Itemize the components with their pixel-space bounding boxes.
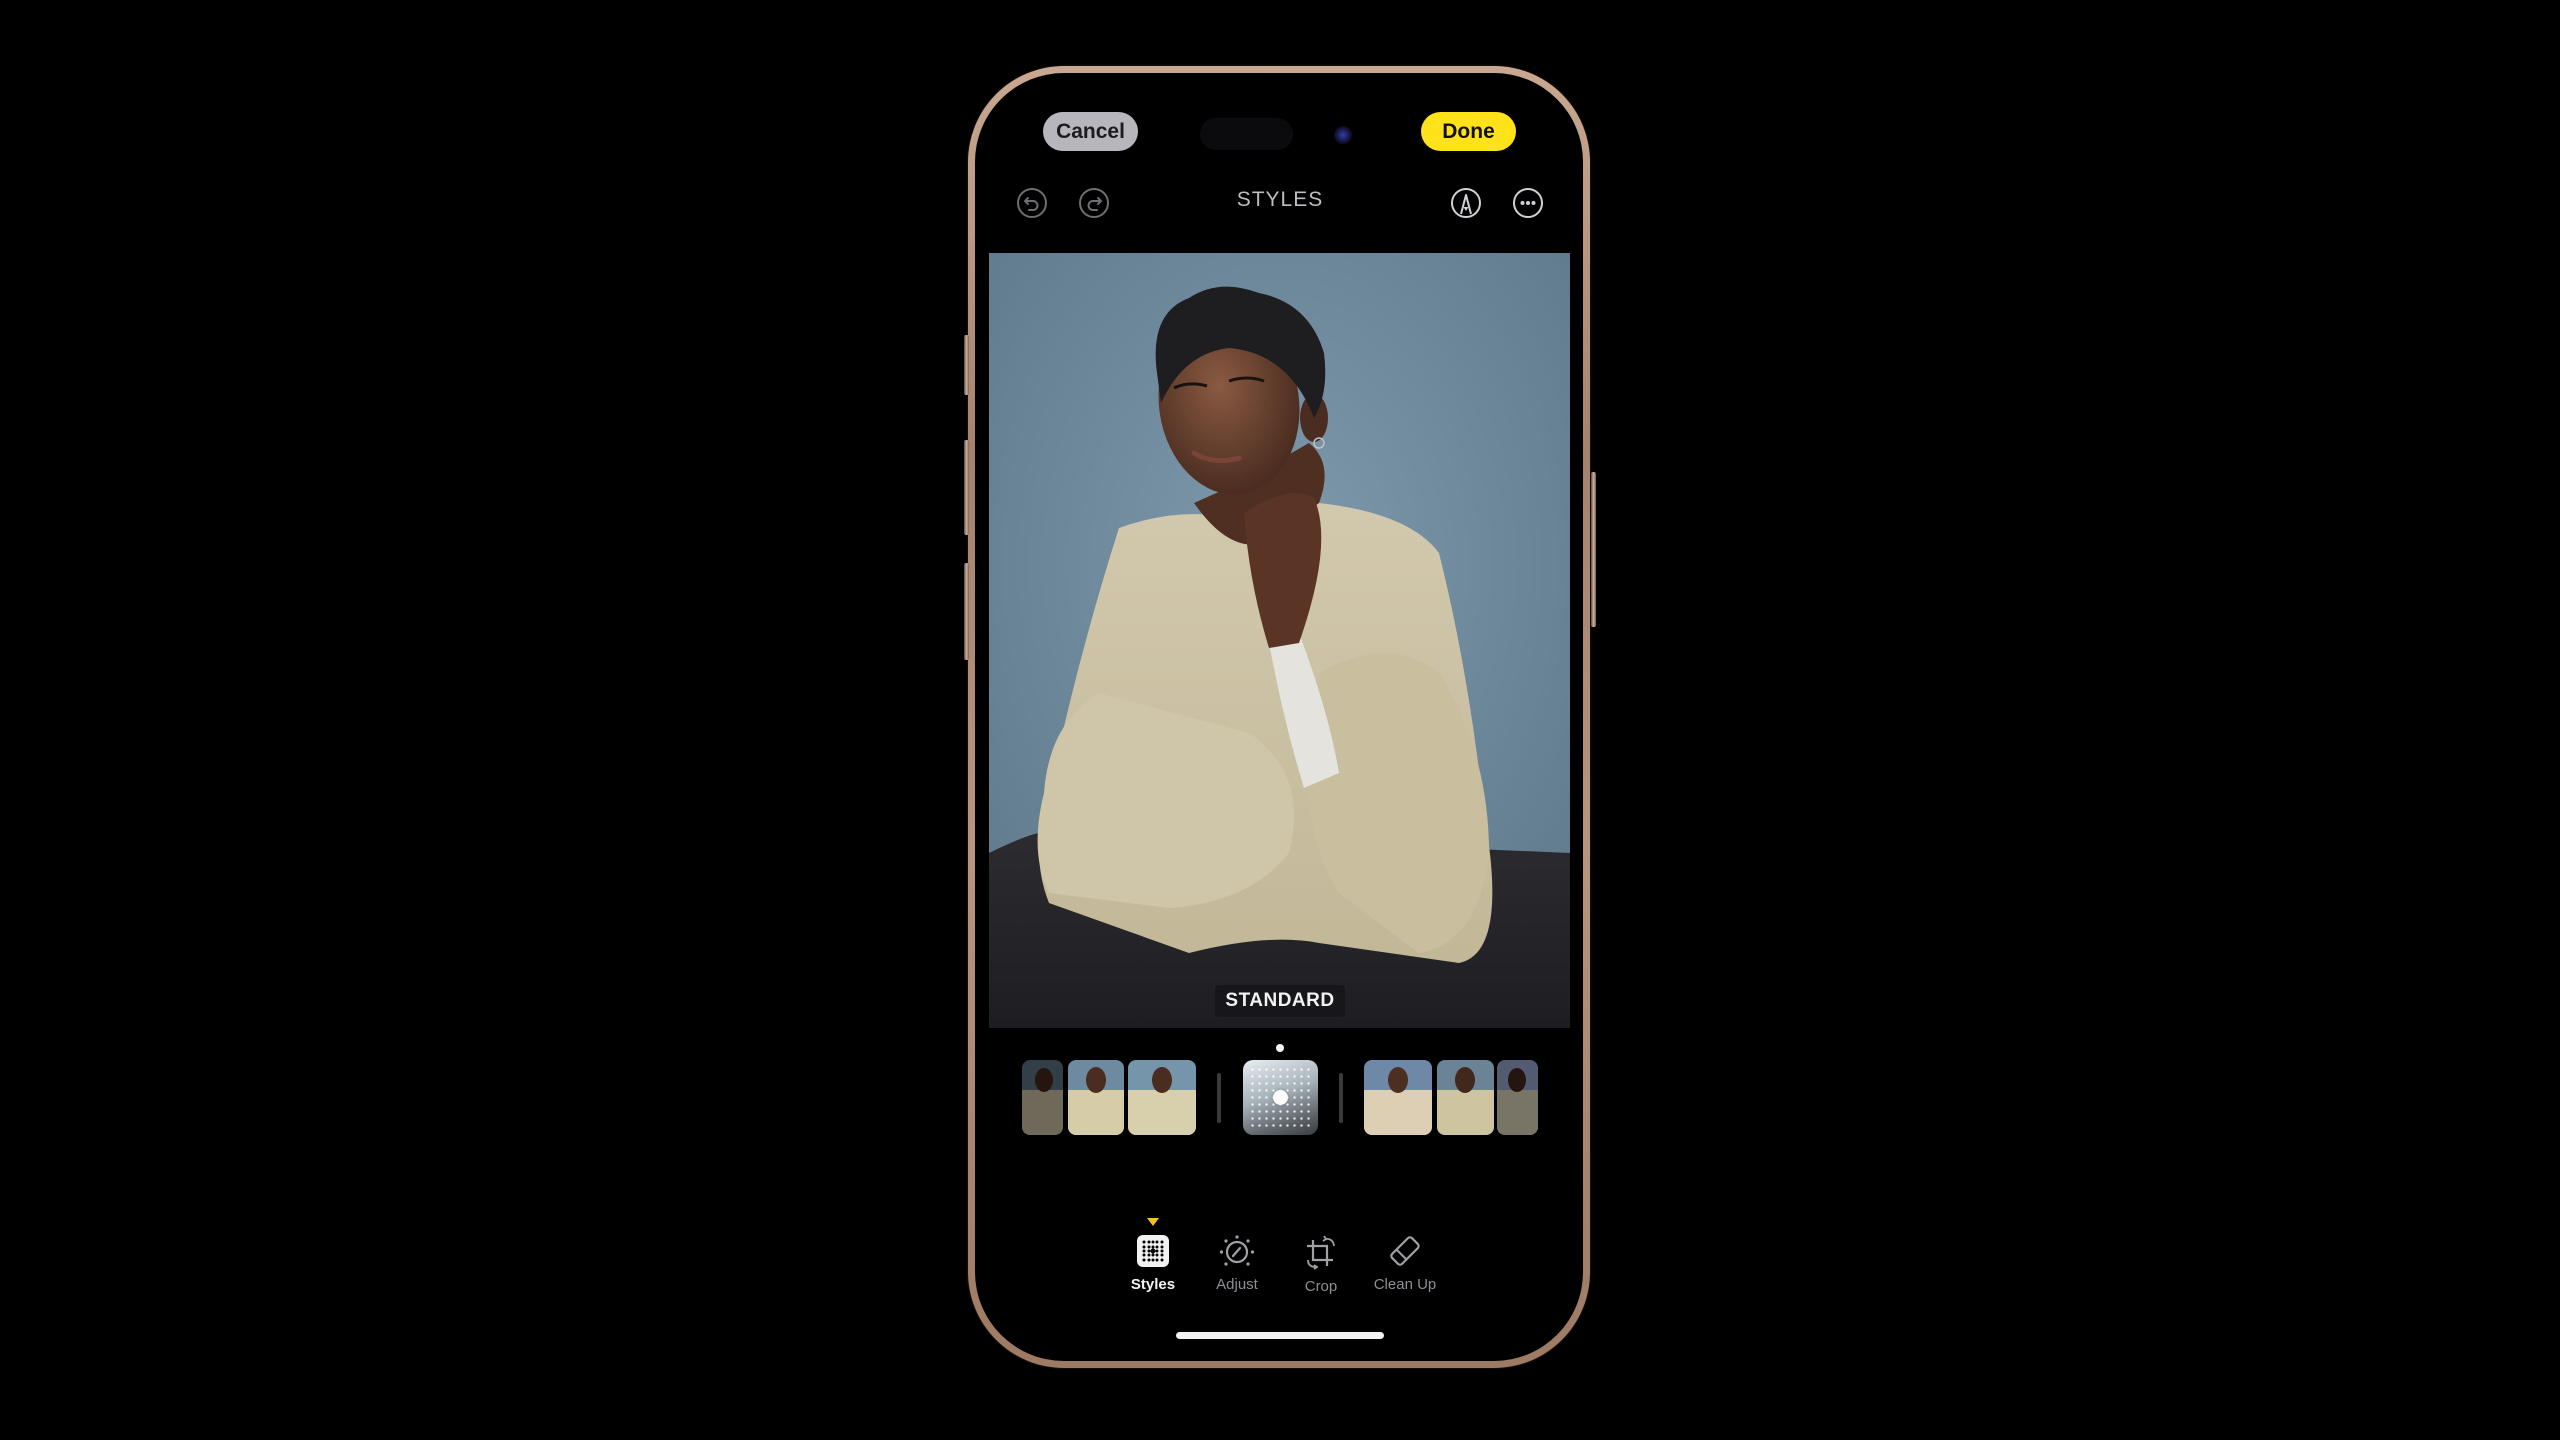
style-thumbnail[interactable] xyxy=(1068,1060,1124,1135)
style-thumbnail[interactable] xyxy=(1437,1060,1494,1135)
style-thumbnail[interactable] xyxy=(1497,1060,1538,1135)
tab-crop[interactable]: Crop xyxy=(1281,1234,1361,1295)
undo-icon xyxy=(1017,188,1047,218)
thumbnail-image xyxy=(1437,1060,1494,1135)
more-button[interactable] xyxy=(1512,187,1544,219)
thumbnail-image xyxy=(1497,1060,1538,1135)
tab-label: Styles xyxy=(1130,1276,1176,1293)
more-icon xyxy=(1513,188,1543,218)
action-button xyxy=(964,335,969,395)
redo-icon xyxy=(1079,188,1109,218)
page-title: STYLES xyxy=(1236,188,1324,211)
front-camera xyxy=(1334,126,1352,144)
tab-label: Clean Up xyxy=(1373,1276,1437,1293)
crop-rotate-icon xyxy=(1307,1235,1335,1270)
style-thumbnail[interactable] xyxy=(1364,1060,1432,1135)
tab-clean-up[interactable]: Clean Up xyxy=(1365,1234,1445,1293)
thumbnail-image xyxy=(1364,1060,1432,1135)
markup-button[interactable] xyxy=(1450,187,1482,219)
home-indicator[interactable] xyxy=(1176,1332,1384,1339)
thumbnail-image xyxy=(1068,1060,1124,1135)
tab-adjust[interactable]: Adjust xyxy=(1197,1234,1277,1293)
styles-grid-icon xyxy=(1137,1235,1169,1267)
portrait-photo xyxy=(989,253,1570,1028)
active-tab-marker xyxy=(1147,1218,1159,1226)
tab-label: Adjust xyxy=(1216,1276,1258,1293)
tab-label: Crop xyxy=(1304,1278,1338,1295)
style-thumbnail[interactable] xyxy=(1128,1060,1196,1135)
thumbnail-image xyxy=(1022,1060,1063,1135)
thumbnail-image xyxy=(1128,1060,1196,1135)
strip-divider xyxy=(1339,1073,1343,1123)
pad-knob[interactable] xyxy=(1273,1090,1288,1105)
style-thumbnail[interactable] xyxy=(1022,1060,1063,1135)
cancel-button[interactable]: Cancel xyxy=(1043,112,1138,151)
photo-preview[interactable] xyxy=(989,253,1570,1028)
side-button xyxy=(1591,472,1596,627)
volume-down-button xyxy=(964,563,969,660)
style-pad[interactable] xyxy=(1243,1060,1318,1135)
selected-style-indicator xyxy=(1276,1044,1284,1052)
undo-button[interactable] xyxy=(1016,187,1048,219)
tab-styles[interactable]: Styles xyxy=(1113,1234,1193,1293)
eraser-icon xyxy=(1390,1236,1420,1266)
strip-divider xyxy=(1217,1073,1221,1123)
volume-up-button xyxy=(964,440,969,535)
dynamic-island xyxy=(1200,118,1293,150)
markup-icon xyxy=(1451,188,1481,218)
adjust-dial-icon xyxy=(1219,1235,1255,1266)
redo-button[interactable] xyxy=(1078,187,1110,219)
style-name-label: STANDARD xyxy=(1215,985,1345,1017)
done-button[interactable]: Done xyxy=(1421,112,1516,151)
